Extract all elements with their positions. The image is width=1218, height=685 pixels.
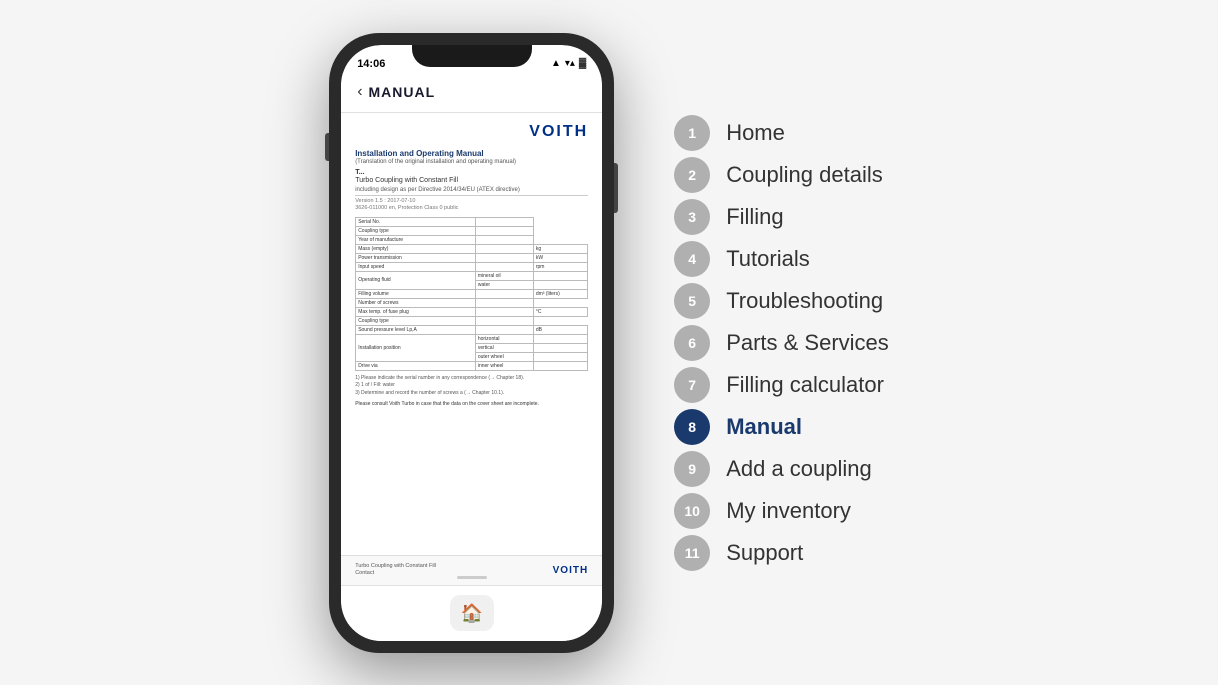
home-tab-button[interactable]: 🏠: [450, 595, 494, 631]
note-1: 1) Please indicate the serial number in …: [355, 375, 588, 383]
manual-footer: Turbo Coupling with Constant Fill Contac…: [341, 555, 602, 585]
status-time: 14:06: [357, 58, 385, 70]
note-2: 2) 1 of / Fill: water: [355, 382, 588, 390]
menu-number-1: 1: [674, 115, 710, 151]
menu-number-8: 8: [674, 409, 710, 445]
table-row: Installation positionhorizontal: [356, 334, 588, 343]
wifi-icon: ▾▴: [565, 58, 575, 69]
menu-item-troubleshooting[interactable]: 5 Troubleshooting: [674, 283, 889, 319]
manual-model-full: Turbo Coupling with Constant Fill: [355, 177, 588, 184]
menu-number-3: 3: [674, 199, 710, 235]
phone-notch: [412, 45, 532, 67]
menu-label-home: Home: [726, 120, 785, 146]
menu-number-5: 5: [674, 283, 710, 319]
note-3: 3) Determine and record the number of sc…: [355, 390, 588, 398]
phone-inner: 14:06 ▲ ▾▴ ▓ ‹ MANUAL VOITH I: [341, 45, 602, 641]
table-row: Drive viainner wheel: [356, 361, 588, 370]
menu-item-home[interactable]: 1 Home: [674, 115, 889, 151]
menu-number-4: 4: [674, 241, 710, 277]
battery-icon: ▓: [579, 58, 586, 69]
table-row: Filling volumedm³ (liters): [356, 289, 588, 298]
scroll-indicator: [457, 576, 487, 579]
menu-number-6: 6: [674, 325, 710, 361]
menu-item-filling-calculator[interactable]: 7 Filling calculator: [674, 367, 889, 403]
content-area: VOITH Installation and Operating Manual …: [341, 113, 602, 585]
table-row: Power transmissionkW: [356, 253, 588, 262]
main-container: 14:06 ▲ ▾▴ ▓ ‹ MANUAL VOITH I: [0, 0, 1218, 685]
manual-title: Installation and Operating Manual: [355, 149, 588, 158]
signal-icon: ▲: [551, 58, 561, 69]
back-button[interactable]: ‹: [357, 83, 362, 101]
menu-label-filling-calculator: Filling calculator: [726, 372, 884, 398]
header-title: MANUAL: [369, 84, 436, 100]
data-table: Serial No. Coupling type Year of manufac…: [355, 217, 588, 371]
menu-label-troubleshooting: Troubleshooting: [726, 288, 883, 314]
manual-desc: including design as per Directive 2014/3…: [355, 187, 588, 196]
manual-page: VOITH Installation and Operating Manual …: [341, 113, 602, 418]
menu-item-coupling-details[interactable]: 2 Coupling details: [674, 157, 889, 193]
table-row: Year of manufacture: [356, 235, 588, 244]
menu-number-10: 10: [674, 493, 710, 529]
phone-screen: 14:06 ▲ ▾▴ ▓ ‹ MANUAL VOITH I: [341, 45, 602, 641]
menu-number-2: 2: [674, 157, 710, 193]
table-row: Coupling type: [356, 226, 588, 235]
manual-version: Version 1.5 : 2017-07-10 3626-011000 en,…: [355, 198, 588, 213]
menu-number-11: 11: [674, 535, 710, 571]
menu-label-tutorials: Tutorials: [726, 246, 810, 272]
manual-subtitle: (Translation of the original installatio…: [355, 159, 588, 165]
menu-item-tutorials[interactable]: 4 Tutorials: [674, 241, 889, 277]
menu-label-support: Support: [726, 540, 803, 566]
table-row: Max temp. of fuse plug°C: [356, 307, 588, 316]
menu-label-add-coupling: Add a coupling: [726, 456, 872, 482]
menu-item-add-coupling[interactable]: 9 Add a coupling: [674, 451, 889, 487]
menu-label-filling: Filling: [726, 204, 783, 230]
manual-model-short: T...: [355, 169, 588, 176]
tab-bar: 🏠: [341, 585, 602, 641]
menu-number-9: 9: [674, 451, 710, 487]
menu-item-my-inventory[interactable]: 10 My inventory: [674, 493, 889, 529]
home-icon: 🏠: [460, 603, 482, 624]
table-row: Mass (empty)kg: [356, 244, 588, 253]
table-row: Number of screws: [356, 298, 588, 307]
table-row: Serial No.: [356, 217, 588, 226]
menu-label-parts-services: Parts & Services: [726, 330, 889, 356]
menu-label-my-inventory: My inventory: [726, 498, 851, 524]
table-row: Coupling type: [356, 316, 588, 325]
table-row: Input speedrpm: [356, 262, 588, 271]
footer-left: Turbo Coupling with Constant Fill Contac…: [355, 563, 436, 577]
app-header: ‹ MANUAL: [341, 73, 602, 113]
menu-item-parts-services[interactable]: 6 Parts & Services: [674, 325, 889, 361]
notes-section: 1) Please indicate the serial number in …: [355, 375, 588, 398]
menu-list: 1 Home 2 Coupling details 3 Filling 4 Tu…: [674, 115, 889, 571]
table-row: Sound pressure level Lp,AdB: [356, 325, 588, 334]
menu-label-manual: Manual: [726, 414, 802, 440]
phone-mockup: 14:06 ▲ ▾▴ ▓ ‹ MANUAL VOITH I: [329, 33, 614, 653]
menu-item-support[interactable]: 11 Support: [674, 535, 889, 571]
menu-label-coupling-details: Coupling details: [726, 162, 883, 188]
menu-item-filling[interactable]: 3 Filling: [674, 199, 889, 235]
voith-logo: VOITH: [355, 123, 588, 141]
consult-text: Please consult Voith Turbo in case that …: [355, 401, 588, 407]
table-row: Operating fluidmineral oil: [356, 271, 588, 280]
menu-number-7: 7: [674, 367, 710, 403]
status-icons: ▲ ▾▴ ▓: [551, 58, 586, 69]
footer-voith-logo: VOITH: [553, 565, 589, 576]
menu-item-manual[interactable]: 8 Manual: [674, 409, 889, 445]
